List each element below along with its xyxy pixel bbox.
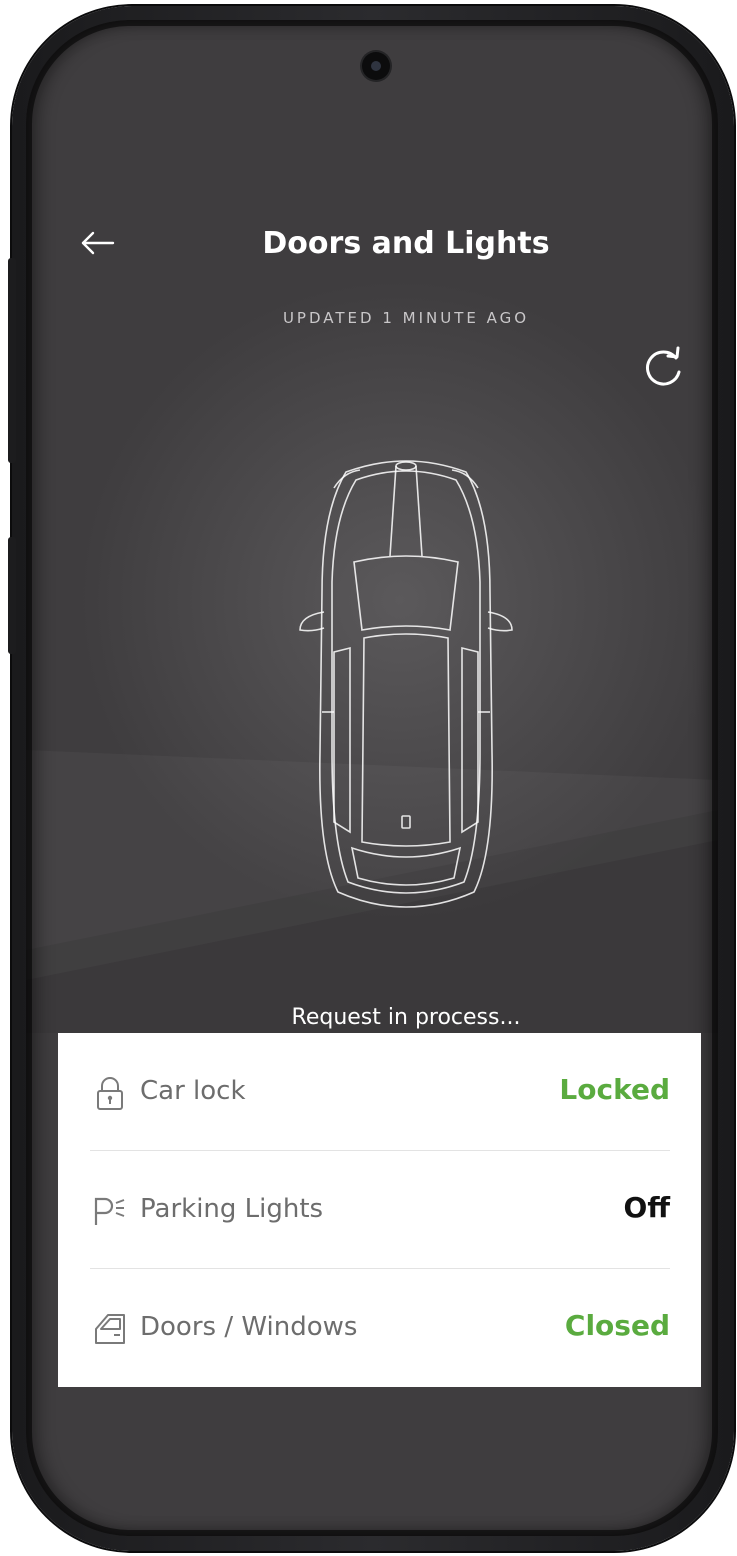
parking-lights-label: Parking Lights: [140, 1194, 324, 1224]
request-status-message: Request in process...: [291, 1005, 521, 1030]
car-door-icon: [95, 1314, 125, 1344]
lock-icon: [97, 1077, 123, 1110]
doors-windows-label: Doors / Windows: [140, 1312, 358, 1342]
volume-button: [8, 258, 16, 463]
doors-windows-value: Closed: [564, 1309, 670, 1342]
car-lock-label: Car lock: [140, 1076, 246, 1106]
power-button: [8, 537, 16, 654]
phone-device: Doors and Lights UPDATED 1 MINUTE AGO Re…: [0, 0, 737, 1556]
status-row-parking-lights[interactable]: Parking Lights Off: [90, 1151, 670, 1269]
status-panel: Car lock Locked Parking Lights Off Doors…: [58, 1033, 701, 1387]
updated-timestamp: UPDATED 1 MINUTE AGO: [282, 309, 530, 327]
parking-lights-value: Off: [623, 1191, 670, 1224]
status-row-doors-windows[interactable]: Doors / Windows Closed: [90, 1269, 670, 1387]
parking-lights-icon: [94, 1197, 125, 1225]
car-lock-value: Locked: [559, 1073, 670, 1106]
refresh-icon: [646, 346, 681, 386]
back-button[interactable]: [74, 223, 120, 267]
refresh-button[interactable]: [638, 342, 688, 392]
page-title: Doors and Lights: [262, 226, 550, 261]
status-row-car-lock[interactable]: Car lock Locked: [90, 1033, 670, 1151]
front-camera: [362, 52, 390, 80]
arrow-left-icon: [81, 231, 115, 255]
car-top-view-illustration: [299, 460, 513, 908]
